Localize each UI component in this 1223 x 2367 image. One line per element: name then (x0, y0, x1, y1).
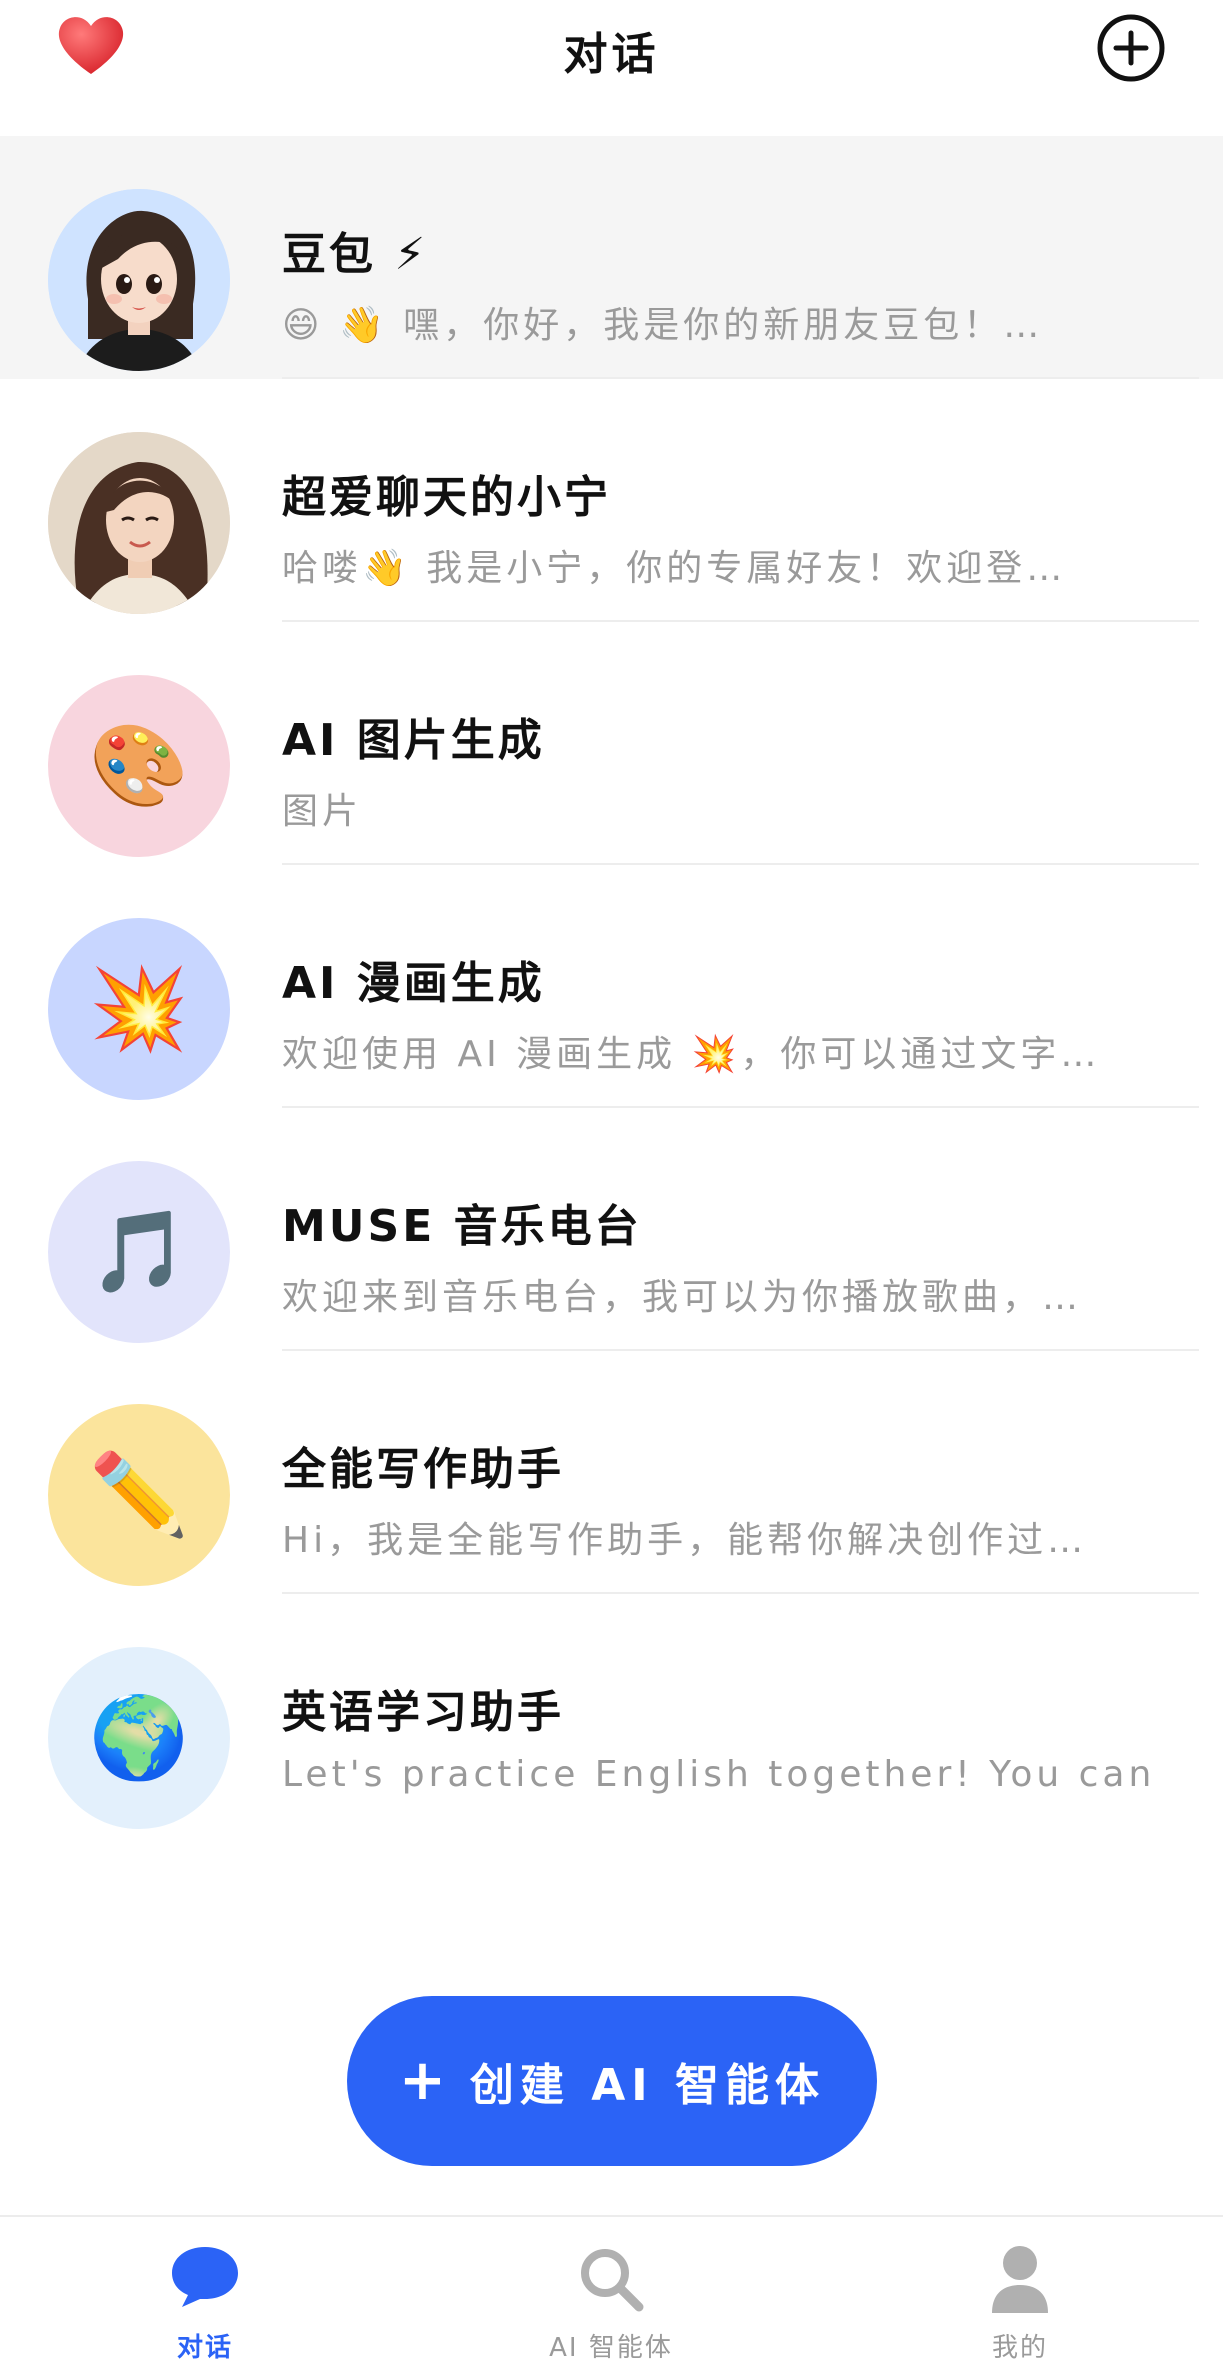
chat-bubble-icon (168, 2243, 242, 2315)
nav-label: AI 智能体 (549, 2333, 673, 2363)
globe-icon: 🌍 (48, 1647, 230, 1829)
nav-tab-me[interactable]: 我的 (870, 2217, 1170, 2367)
conversation-preview: 欢迎使用 AI 漫画生成 💥，你可以通过文字… (282, 1034, 1101, 1075)
conversation-name: AI 漫画生成 (282, 958, 545, 1009)
collision-icon: 💥 (48, 918, 230, 1100)
conversation-preview: 哈喽👋 我是小宁，你的专属好友！欢迎登… (282, 548, 1067, 589)
conversation-item-xiaoning[interactable]: 超爱聊天的小宁 哈喽👋 我是小宁，你的专属好友！欢迎登… (0, 379, 1223, 622)
create-ai-agent-button[interactable]: + 创建 AI 智能体 (347, 1996, 877, 2166)
conversation-item-english-assistant[interactable]: 🌍 英语学习助手 Let's practice English together… (0, 1594, 1223, 1837)
page-title: 对话 (563, 29, 660, 80)
conversation-preview: Hi，我是全能写作助手，能帮你解决创作过… (282, 1520, 1088, 1561)
conversation-preview: Let's practice English together! You can… (282, 1754, 1162, 1795)
conversation-item-writing-assistant[interactable]: ✏️ 全能写作助手 Hi，我是全能写作助手，能帮你解决创作过… (0, 1351, 1223, 1594)
conversation-name: 超爱聊天的小宁 (282, 472, 611, 523)
conversation-item-ai-comic[interactable]: 💥 AI 漫画生成 欢迎使用 AI 漫画生成 💥，你可以通过文字… (0, 865, 1223, 1108)
avatar-emoji: 🎨 (89, 719, 189, 812)
avatar-emoji: 🌍 (89, 1691, 189, 1784)
conversation-name: 豆包 ⚡ (282, 229, 429, 280)
avatar-emoji: 🎵 (89, 1205, 189, 1298)
doubao-avatar (48, 189, 230, 371)
conversation-name: AI 图片生成 (282, 715, 545, 766)
conversation-preview: 😄 👋 嘿，你好，我是你的新朋友豆包！… (282, 305, 1044, 346)
conversation-item-ai-image[interactable]: 🎨 AI 图片生成 图片 (0, 622, 1223, 865)
conversation-preview: 欢迎来到音乐电台，我可以为你播放歌曲，… (282, 1277, 1083, 1318)
nav-tab-chat[interactable]: 对话 (55, 2217, 355, 2367)
pencil-icon: ✏️ (48, 1404, 230, 1586)
conversation-name: 全能写作助手 (282, 1444, 564, 1495)
conversation-name: MUSE 音乐电台 (282, 1201, 642, 1252)
conversation-item-doubao[interactable]: 豆包 ⚡ 😄 👋 嘿，你好，我是你的新朋友豆包！… (0, 136, 1223, 379)
music-note-icon: 🎵 (48, 1161, 230, 1343)
top-bar: 对话 (0, 0, 1223, 136)
palette-icon: 🎨 (48, 675, 230, 857)
conversation-item-muse-radio[interactable]: 🎵 MUSE 音乐电台 欢迎来到音乐电台，我可以为你播放歌曲，… (0, 1108, 1223, 1351)
plus-circle-icon[interactable] (1096, 13, 1166, 83)
xiaoning-avatar (48, 432, 230, 614)
bottom-nav: 对话 AI 智能体 我的 (0, 2215, 1223, 2367)
conversation-preview: 图片 (282, 791, 363, 832)
avatar-emoji: ✏️ (89, 1448, 189, 1541)
nav-label: 对话 (176, 2333, 233, 2363)
create-button-label: 创建 AI 智能体 (469, 2060, 825, 2111)
avatar-emoji: 💥 (89, 962, 189, 1055)
person-icon (988, 2243, 1052, 2319)
nav-tab-ai-agents[interactable]: AI 智能体 (461, 2217, 761, 2367)
conversation-name: 英语学习助手 (282, 1687, 564, 1738)
nav-label: 我的 (991, 2333, 1048, 2363)
search-icon (575, 2243, 647, 2319)
plus-icon: + (399, 2048, 446, 2113)
